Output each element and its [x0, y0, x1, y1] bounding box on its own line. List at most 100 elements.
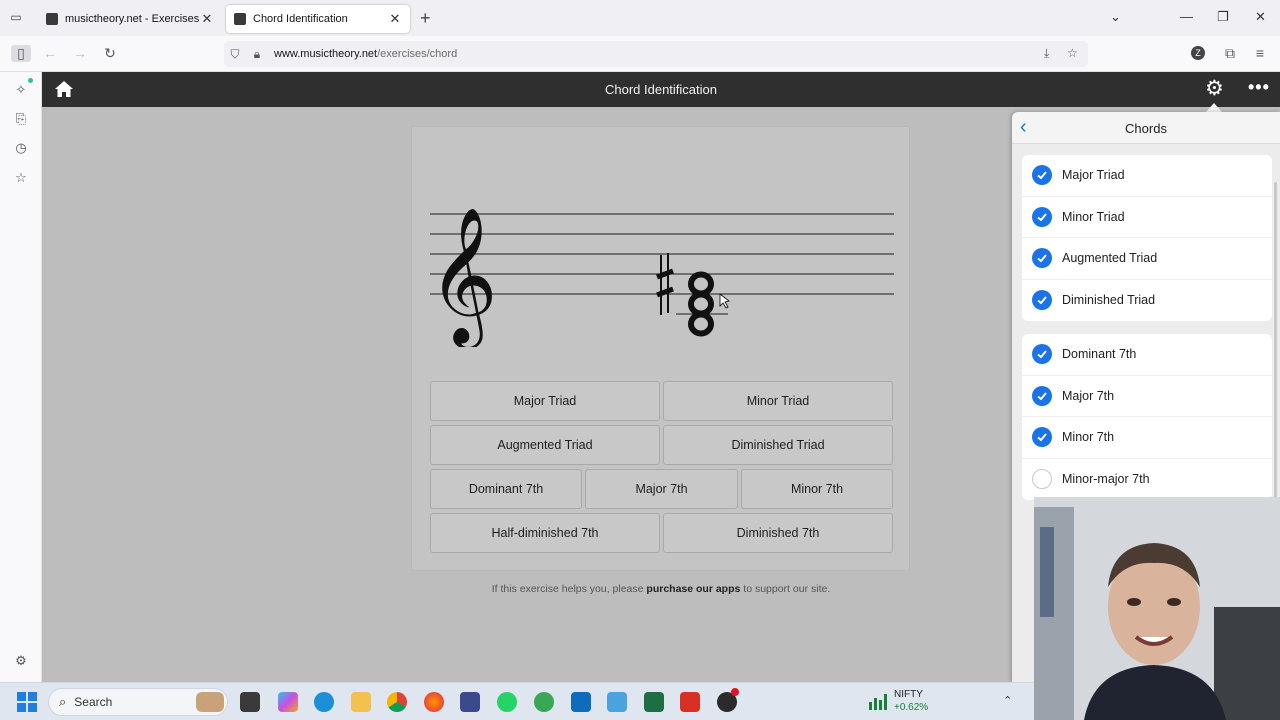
search-highlight-icon: [196, 692, 224, 712]
favicon-icon: [46, 13, 58, 25]
bookmarks-star-icon[interactable]: ☆: [13, 170, 29, 186]
option-label: Dominant 7th: [1062, 347, 1137, 362]
url-text: www.musictheory.net/exercises/chord: [274, 48, 458, 60]
checkmark-icon[interactable]: [1032, 248, 1052, 269]
bookmark-star-icon[interactable]: ☆: [1067, 46, 1078, 60]
ai-sparkle-icon[interactable]: ✧: [13, 82, 29, 98]
tab-label: Chord Identification: [253, 13, 348, 25]
option-label: Minor 7th: [1062, 430, 1115, 445]
favicon-icon: [234, 13, 246, 25]
reload-icon[interactable]: ↻: [101, 45, 119, 62]
customize-gear-icon[interactable]: ⚙: [13, 653, 29, 669]
file-explorer-icon[interactable]: [351, 692, 371, 712]
answer-major-7th-button[interactable]: Major 7th: [585, 469, 738, 509]
tab-chord-identification[interactable]: Chord Identification ✕: [226, 5, 410, 33]
checkmark-icon[interactable]: [1032, 290, 1052, 311]
firefox-icon[interactable]: [424, 692, 444, 712]
option-label: Minor-major 7th: [1062, 472, 1150, 487]
option-minor-7th[interactable]: Minor 7th: [1022, 417, 1272, 459]
outlook-icon[interactable]: [571, 692, 591, 712]
exercise-card: 𝄞 Major Triad Minor Triad Augmented Tria…: [411, 126, 910, 571]
option-label: Major 7th: [1062, 388, 1115, 403]
checkmark-icon[interactable]: [1032, 385, 1052, 406]
back-arrow-icon[interactable]: ←: [41, 45, 59, 61]
option-label: Major Triad: [1062, 168, 1125, 183]
menu-hamburger-icon[interactable]: ≡: [1251, 45, 1269, 61]
sidebar-toggle-icon[interactable]: ▯: [11, 45, 31, 62]
tab-list-icon[interactable]: ▭: [8, 10, 24, 26]
option-diminished-triad[interactable]: Diminished Triad: [1022, 280, 1272, 322]
new-tab-icon[interactable]: +: [420, 8, 431, 29]
answer-dominant-7th-button[interactable]: Dominant 7th: [430, 469, 582, 509]
editor-app-icon[interactable]: [460, 692, 480, 712]
history-clock-icon[interactable]: ◷: [13, 140, 29, 156]
snipping-tool-icon[interactable]: [607, 692, 627, 712]
option-label: Minor Triad: [1062, 209, 1125, 224]
checkmark-icon[interactable]: [1032, 165, 1052, 186]
task-view-icon[interactable]: [240, 692, 260, 712]
ticker-change: +0.62%: [894, 702, 929, 713]
tab-strip: ▭ musictheory.net - Exercises ✕ Chord Id…: [0, 0, 1280, 36]
sevenths-group: Dominant 7th Major 7th Minor 7th Minor-m…: [1022, 334, 1272, 500]
checkmark-icon[interactable]: [1032, 344, 1052, 365]
answer-half-diminished-7th-button[interactable]: Half-diminished 7th: [430, 513, 660, 553]
tab-overflow-chevron-icon[interactable]: ⌄: [1110, 9, 1121, 25]
shield-icon[interactable]: ⛉: [224, 47, 246, 62]
tray-chevron-up-icon[interactable]: ⌃: [1003, 694, 1012, 707]
save-page-icon[interactable]: ⤓: [1044, 46, 1049, 61]
answer-diminished-triad-button[interactable]: Diminished Triad: [663, 425, 893, 465]
panel-caret: [1206, 103, 1222, 112]
settings-gear-icon[interactable]: ⚙: [1205, 78, 1224, 99]
lock-icon[interactable]: 🔒︎: [246, 47, 268, 62]
copilot-icon[interactable]: [278, 692, 298, 712]
option-label: Diminished Triad: [1062, 293, 1156, 308]
edge-browser-icon[interactable]: [314, 692, 334, 712]
forward-arrow-icon[interactable]: →: [71, 45, 89, 61]
stock-ticker-widget[interactable]: NIFTY +0.62%: [894, 688, 928, 714]
search-icon: ⌕: [59, 694, 67, 709]
answer-augmented-triad-button[interactable]: Augmented Triad: [430, 425, 660, 465]
option-minor-triad[interactable]: Minor Triad: [1022, 197, 1272, 238]
empty-checkbox-icon[interactable]: [1032, 469, 1052, 490]
presenter-video: [1034, 497, 1280, 720]
purchase-apps-link[interactable]: purchase our apps: [646, 583, 740, 595]
whatsapp-icon[interactable]: [497, 692, 517, 712]
mouse-cursor-icon: [719, 293, 730, 309]
answer-minor-7th-button[interactable]: Minor 7th: [741, 469, 893, 509]
stock-chart-icon: [869, 694, 887, 710]
search-label: Search: [74, 695, 113, 709]
answer-diminished-7th-button[interactable]: Diminished 7th: [663, 513, 893, 553]
option-minor-major-7th[interactable]: Minor-major 7th: [1022, 459, 1272, 501]
triads-group: Major Triad Minor Triad Augmented Triad …: [1022, 155, 1272, 321]
extensions-icon[interactable]: ⧉: [1221, 45, 1239, 62]
answer-minor-triad-button[interactable]: Minor Triad: [663, 381, 893, 421]
close-icon[interactable]: ✕: [388, 11, 402, 27]
checkmark-icon[interactable]: [1032, 206, 1052, 227]
ticker-name: NIFTY: [894, 689, 923, 700]
more-options-icon[interactable]: •••: [1248, 77, 1270, 98]
tab-musictheory-exercises[interactable]: musictheory.net - Exercises ✕: [38, 5, 222, 33]
option-major-triad[interactable]: Major Triad: [1022, 155, 1272, 197]
treble-clef-icon: 𝄞: [430, 205, 498, 347]
panel-title: Chords: [1125, 121, 1167, 136]
answer-major-triad-button[interactable]: Major Triad: [430, 381, 660, 421]
panel-header: ‹ Chords: [1012, 112, 1280, 144]
minimize-icon[interactable]: —: [1180, 9, 1193, 24]
acrobat-icon[interactable]: [680, 692, 700, 712]
option-dominant-7th[interactable]: Dominant 7th: [1022, 334, 1272, 376]
zotero-extension-icon[interactable]: Z: [1191, 46, 1205, 60]
close-icon[interactable]: ✕: [200, 11, 214, 27]
option-major-7th[interactable]: Major 7th: [1022, 376, 1272, 417]
chrome-icon[interactable]: [387, 692, 407, 712]
security-shield-icon[interactable]: [534, 692, 554, 712]
webcam-overlay: [1034, 497, 1280, 720]
url-bar[interactable]: ⛉ 🔒︎ www.musictheory.net/exercises/chord…: [224, 41, 1088, 67]
checkmark-icon[interactable]: [1032, 427, 1052, 448]
notification-dot: [28, 78, 33, 83]
maximize-icon[interactable]: ❐: [1217, 9, 1229, 25]
excel-icon[interactable]: [644, 692, 664, 712]
synced-tabs-icon[interactable]: ⎘: [13, 111, 29, 127]
window-close-icon[interactable]: ✕: [1255, 9, 1266, 25]
windows-start-icon[interactable]: [17, 692, 37, 712]
option-augmented-triad[interactable]: Augmented Triad: [1022, 238, 1272, 280]
